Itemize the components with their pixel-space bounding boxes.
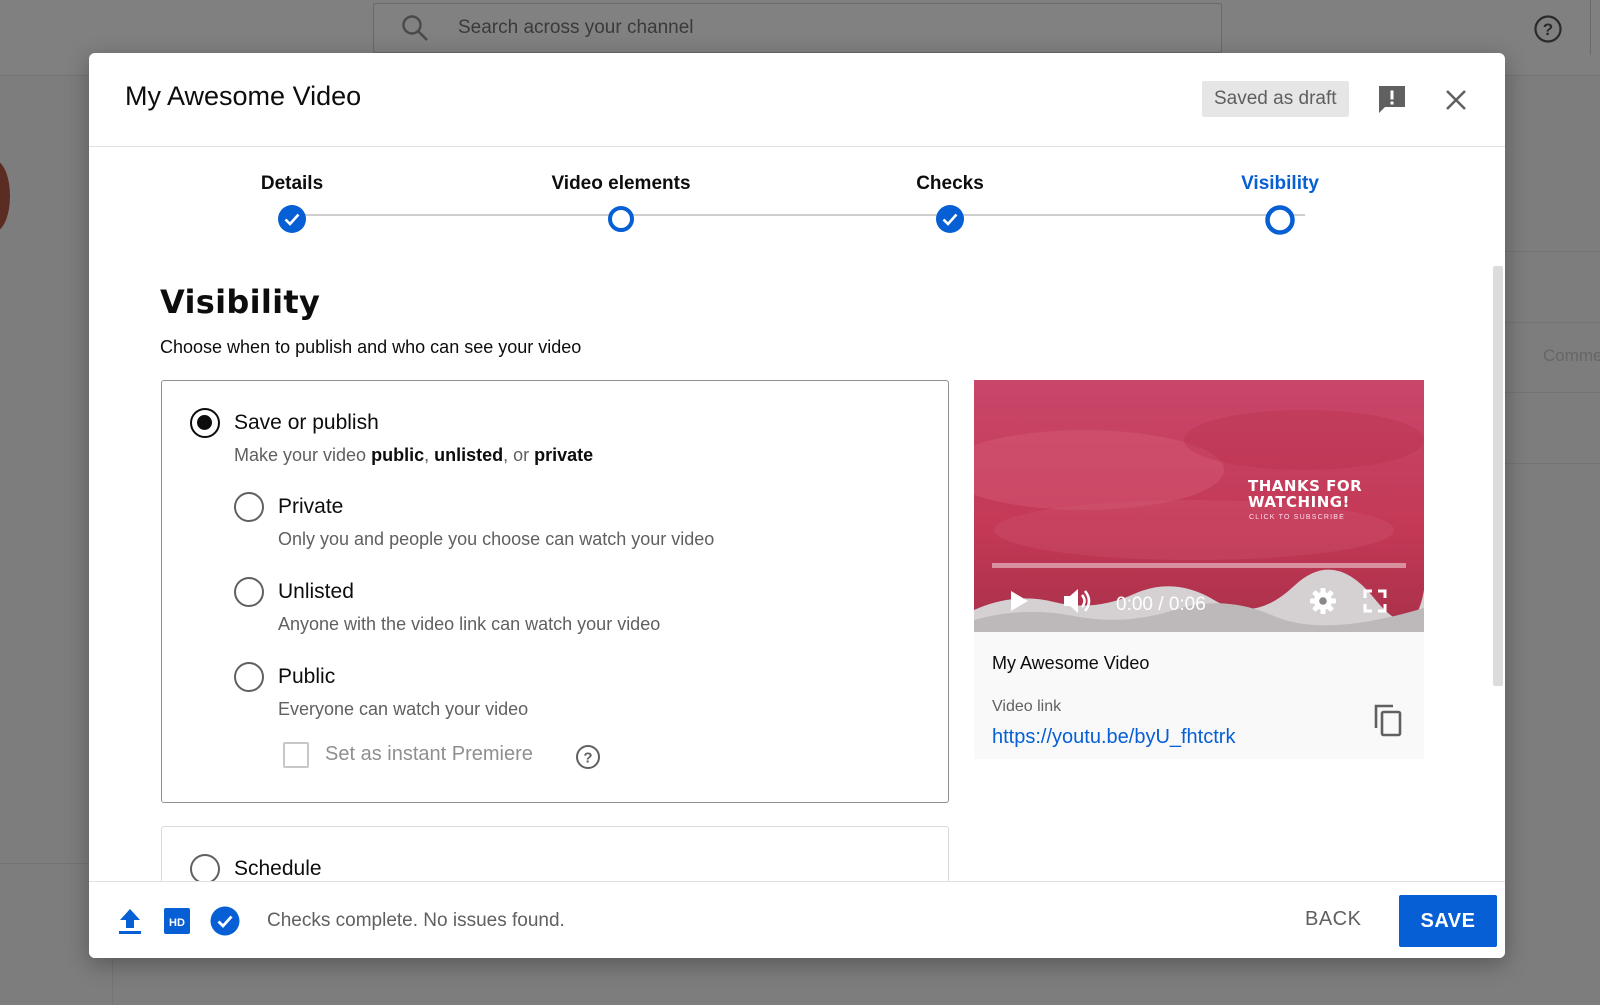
search-icon [402,15,428,41]
volume-icon[interactable] [1062,586,1094,616]
visibility-subheading: Choose when to publish and who can see y… [160,337,582,357]
video-preview-panel: THANKS FOR WATCHING! CLICK TO SUBSCRIBE 0… [974,380,1424,759]
video-link-label: Video link [992,698,1062,715]
step-checks[interactable]: Checks [830,147,1070,233]
check-circle-icon [278,205,306,233]
background-search-placeholder: Search across your channel [458,17,694,38]
unlisted-option-desc: Anyone with the video link can watch you… [278,614,661,634]
feedback-icon[interactable] [1375,83,1409,117]
background-divider [1505,463,1600,464]
step-label: Checks [916,173,984,194]
checks-complete-icon [210,906,240,936]
copy-icon[interactable] [1373,703,1403,737]
unlisted-option-title: Unlisted [278,580,354,603]
instant-premiere-label: Set as instant Premiere [325,743,533,765]
step-pending-dot [608,206,634,232]
unlisted-radio[interactable] [234,577,264,607]
dialog-title: My Awesome Video [125,81,362,111]
background-avatar [0,160,10,232]
help-icon[interactable]: ? [575,744,601,770]
background-divider [1505,251,1600,252]
schedule-title: Schedule [234,857,322,880]
background-edge [1590,0,1600,55]
video-overlay-thanks: THANKS FOR WATCHING! [1248,477,1363,511]
private-radio[interactable] [234,492,264,522]
save-button[interactable]: SAVE [1399,895,1497,947]
save-or-publish-desc: Make your video public, unlisted, or pri… [234,445,594,465]
background-search-bar: Search across your channel [373,3,1222,53]
step-video-elements[interactable]: Video elements [501,147,741,232]
svg-text:?: ? [583,750,592,767]
private-option-desc: Only you and people you choose can watch… [278,529,715,549]
background-divider [1505,322,1600,323]
svg-text:HD: HD [169,917,185,929]
save-or-publish-radio[interactable] [190,408,220,438]
step-active-dot [1265,205,1295,235]
checks-status-text: Checks complete. No issues found. [267,910,565,931]
draft-status-badge: Saved as draft [1202,81,1349,117]
preview-video-title: My Awesome Video [992,653,1150,673]
public-option-title: Public [278,665,336,688]
content-scrollbar[interactable] [1493,266,1503,686]
step-label: Video elements [551,173,691,194]
upload-stepper: Details Video elements Checks Visibility [89,147,1505,257]
background-column-label: Comme [1543,346,1600,365]
background-divider [112,958,113,1005]
private-option-title: Private [278,495,344,518]
video-progress-bar[interactable] [992,563,1406,568]
step-label: Details [260,173,324,194]
background-divider [1505,392,1600,393]
public-radio[interactable] [234,662,264,692]
svg-text:?: ? [1543,20,1553,39]
video-overlay-subscribe: CLICK TO SUBSCRIBE [1249,514,1346,521]
fullscreen-icon[interactable] [1363,589,1387,613]
dialog-header: My Awesome Video Saved as draft [89,53,1505,147]
stepper-track [292,214,1305,216]
dialog-footer: HD Checks complete. No issues found. BAC… [89,881,1505,958]
step-details[interactable]: Details [172,147,412,233]
hd-icon: HD [164,908,190,934]
background-divider [0,863,89,864]
video-timestamp: 0:00 / 0:06 [1116,594,1206,615]
step-visibility[interactable]: Visibility [1160,147,1400,235]
step-label: Visibility [1241,173,1319,194]
help-icon: ? [1534,15,1562,43]
schedule-radio[interactable] [190,854,220,884]
upload-icon [119,909,141,934]
back-button[interactable]: BACK [1305,908,1361,931]
save-or-publish-title: Save or publish [234,411,379,434]
public-option-desc: Everyone can watch your video [278,699,529,719]
upload-dialog: My Awesome Video Saved as draft Details … [89,53,1505,958]
instant-premiere-checkbox[interactable] [283,742,309,768]
settings-gear-icon[interactable] [1309,587,1337,615]
video-player[interactable]: THANKS FOR WATCHING! CLICK TO SUBSCRIBE 0… [974,380,1424,632]
video-link-url[interactable]: https://youtu.be/byU_fhtctrk [992,726,1235,749]
visibility-heading: Visibility [160,283,321,321]
check-circle-icon [936,205,964,233]
close-icon[interactable] [1439,83,1473,117]
save-or-publish-card: Save or publish Make your video public, … [161,380,949,803]
play-icon[interactable] [1008,589,1030,613]
